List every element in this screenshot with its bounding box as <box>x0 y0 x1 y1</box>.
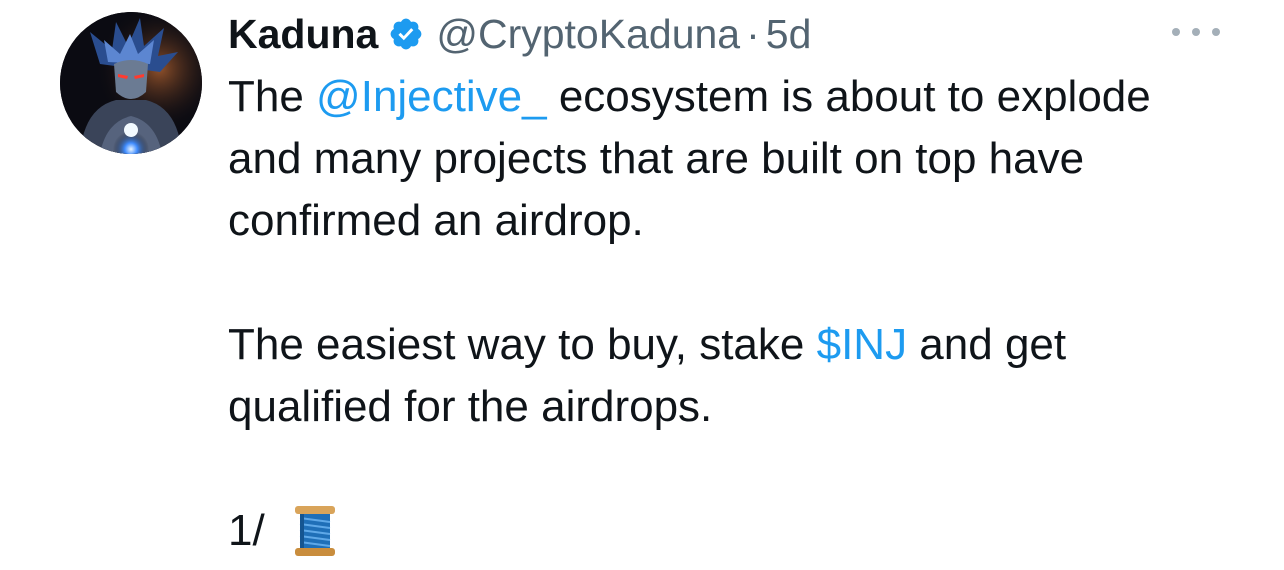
tweet-timestamp[interactable]: 5d <box>766 8 812 60</box>
text-segment: The easiest way to buy, stake <box>228 320 817 369</box>
cashtag-link[interactable]: $INJ <box>817 320 907 369</box>
mention-link[interactable]: @Injective_ <box>316 72 547 121</box>
avatar-image <box>60 12 202 154</box>
verified-badge-icon <box>390 18 422 50</box>
tweet-text: The @Injective_ ecosystem is about to ex… <box>228 66 1228 562</box>
tweet-header: Kaduna @CryptoKaduna · 5d <box>228 8 811 60</box>
more-dot <box>1192 28 1200 36</box>
header-separator: · <box>746 11 760 57</box>
tweet-paragraph-1: The @Injective_ ecosystem is about to ex… <box>228 66 1228 252</box>
spool-of-thread-icon <box>294 506 335 556</box>
tweet-paragraph-3: 1/ <box>228 500 1228 562</box>
thread-marker: 1/ <box>228 506 265 555</box>
tweet-card[interactable]: Kaduna @CryptoKaduna · 5d The @Injective… <box>0 0 1284 570</box>
more-dot <box>1212 28 1220 36</box>
avatar[interactable] <box>60 12 202 154</box>
more-horizontal-icon[interactable] <box>1172 22 1220 42</box>
author-handle[interactable]: @CryptoKaduna <box>436 8 740 60</box>
text-segment: The <box>228 72 317 121</box>
more-dot <box>1172 28 1180 36</box>
author-display-name[interactable]: Kaduna <box>228 8 378 60</box>
tweet-paragraph-2: The easiest way to buy, stake $INJ and g… <box>228 314 1228 438</box>
